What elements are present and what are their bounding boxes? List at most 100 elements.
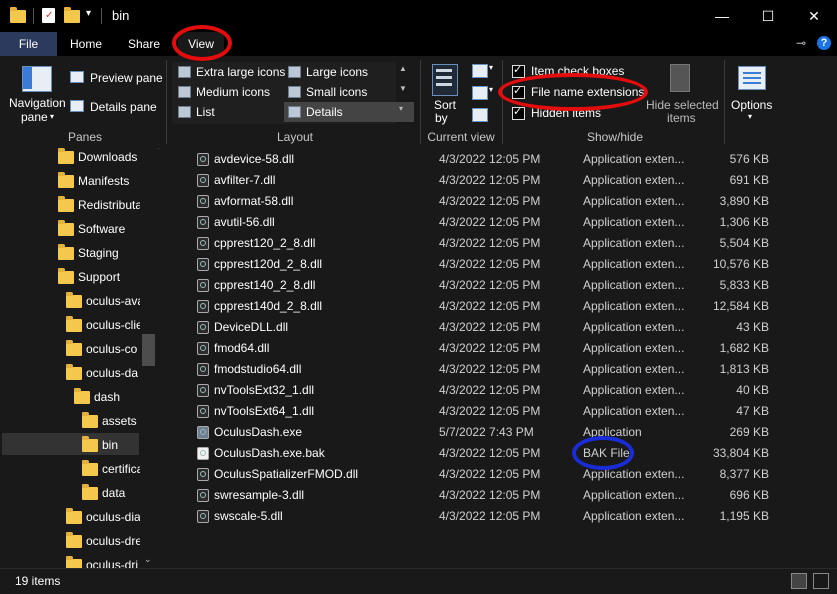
nav-item[interactable]: certifica: [82, 457, 140, 481]
details-label: Details: [306, 105, 343, 119]
nav-item[interactable]: Support: [58, 265, 140, 289]
file-size: 1,306 KB: [719, 215, 769, 229]
layout-large-icons[interactable]: Large icons: [284, 62, 414, 82]
sort-label-1: Sort: [434, 98, 457, 112]
nav-item[interactable]: oculus-dre: [66, 529, 140, 553]
nav-item[interactable]: oculus-da: [66, 361, 140, 385]
item-check-boxes-label: Item check boxes: [531, 64, 625, 78]
folder-icon: [58, 196, 74, 212]
file-row[interactable]: cpprest140d_2_8.dll 4/3/2022 12:05 PM Appl…: [160, 296, 837, 317]
gallery-more-icon[interactable]: ▾: [399, 104, 403, 113]
item-check-boxes-toggle[interactable]: Item check boxes: [510, 63, 640, 81]
scrollbar-thumb[interactable]: [142, 334, 155, 366]
group-by-dropdown-icon[interactable]: ▾: [489, 63, 493, 72]
hidden-items-checkbox[interactable]: [512, 105, 525, 120]
hide-selected-items-button[interactable]: Hide selected items: [644, 60, 719, 126]
file-name: OculusDash.exe.bak: [214, 446, 325, 460]
customize-quick-access-icon[interactable]: ▾: [86, 8, 91, 19]
nav-item[interactable]: data: [82, 481, 140, 505]
preview-pane-button[interactable]: Preview pane: [70, 68, 163, 88]
dll-file-icon: [197, 489, 209, 502]
nav-item[interactable]: Software: [58, 217, 140, 241]
file-date-modified: 4/3/2022 12:05 PM: [439, 215, 541, 229]
file-row[interactable]: cpprest120_2_8.dll 4/3/2022 12:05 PM Appli…: [160, 233, 837, 254]
tab-file[interactable]: File: [0, 32, 57, 56]
tab-home[interactable]: Home: [64, 32, 108, 56]
file-name: nvToolsExt64_1.dll: [214, 404, 315, 418]
item-check-boxes-checkbox[interactable]: [512, 63, 525, 78]
add-columns-icon[interactable]: [472, 86, 488, 100]
dll-file-icon: [197, 405, 209, 418]
file-row[interactable]: avdevice-58.dll 4/3/2022 12:05 PM Applicat…: [160, 149, 837, 170]
options-button[interactable]: Options ▾: [730, 60, 776, 126]
file-name-extensions-toggle[interactable]: File name extensions: [510, 84, 644, 102]
file-row[interactable]: swresample-3.dll 4/3/2022 12:05 PM Applica…: [160, 485, 837, 506]
nav-item[interactable]: dash: [74, 385, 140, 409]
add-columns-dropdown-icon[interactable]: ▾: [489, 85, 493, 94]
file-row[interactable]: cpprest140_2_8.dll 4/3/2022 12:05 PM Appli…: [160, 275, 837, 296]
close-button[interactable]: ✕: [791, 0, 837, 32]
show-hide-group-label: Show/hide: [586, 130, 644, 144]
file-row[interactable]: avformat-58.dll 4/3/2022 12:05 PM Applicat…: [160, 191, 837, 212]
navigation-pane-button[interactable]: Navigation pane ▾: [6, 60, 68, 126]
file-date-modified: 4/3/2022 12:05 PM: [439, 341, 541, 355]
file-row[interactable]: OculusDash.exe 5/7/2022 7:43 PM Applicatio…: [160, 422, 837, 443]
nav-item-label: Manifests: [78, 174, 130, 188]
nav-item[interactable]: assets: [82, 409, 140, 433]
pin-ribbon-icon[interactable]: ⊸: [796, 36, 806, 50]
hidden-items-toggle[interactable]: Hidden items: [510, 105, 640, 123]
nav-item[interactable]: bin: [82, 433, 140, 457]
file-size: 696 KB: [729, 488, 769, 502]
nav-item[interactable]: Manifests: [58, 169, 140, 193]
file-row[interactable]: fmod64.dll 4/3/2022 12:05 PM Application e…: [160, 338, 837, 359]
nav-item[interactable]: oculus-dri: [66, 553, 140, 568]
nav-item[interactable]: oculus-co: [66, 337, 140, 361]
nav-item[interactable]: Redistributa: [58, 193, 140, 217]
file-type: Application exten...: [583, 488, 685, 502]
file-row[interactable]: nvToolsExt64_1.dll 4/3/2022 12:05 PM Appli…: [160, 401, 837, 422]
group-by-icon[interactable]: [472, 64, 488, 78]
sort-by-button[interactable]: Sort by: [426, 60, 466, 126]
dll-file-icon: [197, 321, 209, 334]
details-view-icon[interactable]: [791, 573, 807, 589]
new-folder-icon[interactable]: [64, 7, 80, 23]
properties-icon[interactable]: ✓: [42, 8, 55, 23]
file-row[interactable]: DeviceDLL.dll 4/3/2022 12:05 PM Applicatio…: [160, 317, 837, 338]
window-title: bin: [112, 8, 130, 23]
nav-item[interactable]: Downloads: [58, 148, 140, 169]
minimize-button[interactable]: —: [699, 0, 745, 32]
nav-item[interactable]: Staging: [58, 241, 140, 265]
gallery-down-icon[interactable]: ▼: [399, 84, 407, 93]
file-row[interactable]: avutil-56.dll 4/3/2022 12:05 PM Applicatio…: [160, 212, 837, 233]
file-row[interactable]: avfilter-7.dll 4/3/2022 12:05 PM Applicati…: [160, 170, 837, 191]
hidden-items-label: Hidden items: [531, 106, 602, 120]
gallery-up-icon[interactable]: ▲: [399, 64, 407, 73]
nav-item-label: oculus-clie: [86, 318, 140, 332]
tab-share[interactable]: Share: [122, 32, 166, 56]
nav-item[interactable]: oculus-ava: [66, 289, 140, 313]
dll-file-icon: [197, 384, 209, 397]
file-row[interactable]: nvToolsExt32_1.dll 4/3/2022 12:05 PM Appli…: [160, 380, 837, 401]
details-pane-button[interactable]: Details pane: [70, 97, 162, 117]
nav-item[interactable]: oculus-dia: [66, 505, 140, 529]
panes-group-label: Panes: [67, 130, 103, 144]
file-row[interactable]: cpprest120d_2_8.dll 4/3/2022 12:05 PM Appl…: [160, 254, 837, 275]
maximize-button[interactable]: ☐: [745, 0, 791, 32]
file-row[interactable]: fmodstudio64.dll 4/3/2022 12:05 PM Applica…: [160, 359, 837, 380]
file-name-extensions-checkbox[interactable]: [512, 84, 525, 99]
navigation-scrollbar[interactable]: ⌄: [140, 148, 157, 568]
layout-details[interactable]: Details: [284, 102, 414, 122]
nav-item[interactable]: oculus-clie: [66, 313, 140, 337]
layout-small-icons[interactable]: Small icons: [284, 82, 414, 102]
scroll-down-icon[interactable]: ⌄: [144, 554, 152, 565]
file-row[interactable]: swscale-5.dll 4/3/2022 12:05 PM Applicatio…: [160, 506, 837, 527]
size-columns-icon[interactable]: [472, 108, 488, 122]
file-size: 269 KB: [729, 425, 769, 439]
medium-icons-icon: [178, 86, 191, 98]
file-size: 691 KB: [729, 173, 769, 187]
file-row[interactable]: OculusSpatializerFMOD.dll 4/3/2022 12:05 …: [160, 464, 837, 485]
file-row[interactable]: OculusDash.exe.bak 4/3/2022 12:05 PM BAK F…: [160, 443, 837, 464]
tab-view[interactable]: View: [178, 32, 224, 56]
large-icons-view-icon[interactable]: [813, 573, 829, 589]
help-icon[interactable]: ?: [817, 36, 831, 50]
